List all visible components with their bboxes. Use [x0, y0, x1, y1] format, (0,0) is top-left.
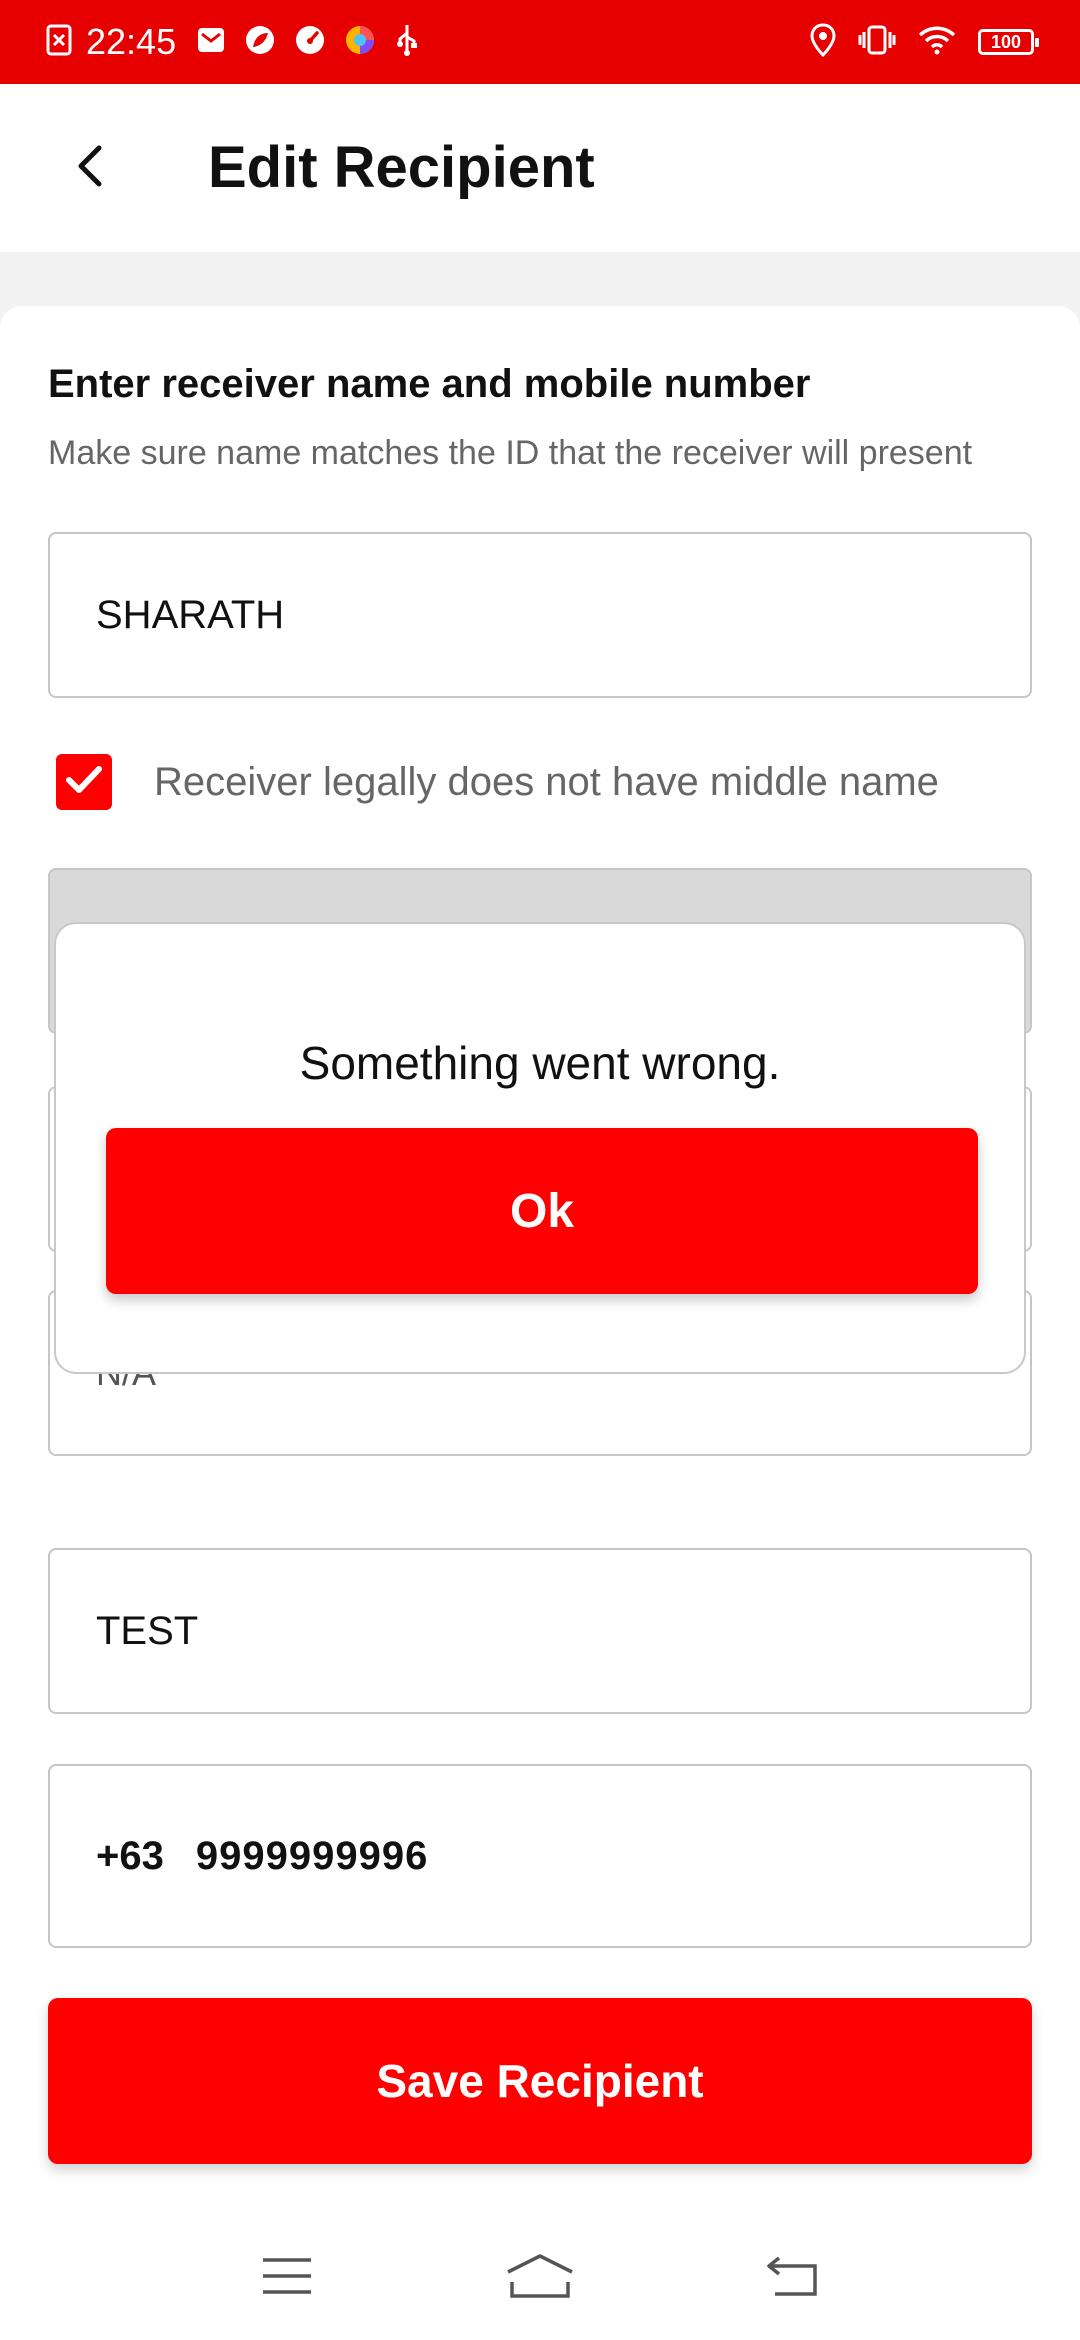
status-right: 100 — [810, 22, 1039, 62]
status-time: 22:45 — [86, 21, 177, 62]
speedometer-icon — [294, 24, 326, 61]
mobile-number-field[interactable]: +63 9999999996 — [48, 1764, 1032, 1948]
status-bar: 22:45 100 — [0, 0, 1080, 84]
chevron-left-icon — [75, 144, 105, 193]
mail-icon — [196, 25, 226, 60]
home-icon[interactable] — [495, 2231, 585, 2321]
save-recipient-button[interactable]: Save Recipient — [48, 1998, 1032, 2164]
mobile-number-value: 9999999996 — [195, 1833, 429, 1878]
ok-button[interactable]: Ok — [106, 1128, 978, 1294]
screenshot-icon — [46, 24, 72, 61]
last-name-field[interactable]: TEST — [48, 1548, 1032, 1714]
dialog-message: Something went wrong. — [299, 1037, 781, 1089]
section-subtitle: Make sure name matches the ID that the r… — [48, 434, 973, 472]
section-title: Enter receiver name and mobile number — [48, 362, 811, 406]
no-middle-name-checkbox[interactable] — [56, 754, 112, 810]
app-header: Edit Recipient — [0, 84, 1080, 252]
location-icon — [810, 22, 836, 62]
wifi-icon — [918, 25, 956, 60]
last-name-value: TEST — [96, 1608, 199, 1653]
no-middle-name-row[interactable]: Receiver legally does not have middle na… — [56, 754, 939, 810]
country-code[interactable]: +63 — [96, 1834, 164, 1879]
back-icon[interactable] — [748, 2231, 838, 2321]
leaf-icon — [244, 24, 276, 61]
menu-icon[interactable] — [242, 2231, 332, 2321]
first-name-value: SHARATH — [96, 592, 285, 637]
back-button[interactable] — [60, 138, 120, 198]
battery-icon: 100 — [978, 29, 1039, 55]
notification-icons — [196, 23, 420, 62]
browser-icon — [344, 24, 376, 61]
first-name-field[interactable]: SHARATH — [48, 532, 1032, 698]
error-dialog: Something went wrong. Ok — [54, 922, 1026, 1374]
usb-icon — [394, 23, 420, 62]
vibrate-icon — [858, 24, 896, 61]
system-nav-bar — [0, 2212, 1080, 2340]
status-left — [46, 24, 72, 61]
checkmark-icon — [64, 763, 104, 802]
page-title: Edit Recipient — [208, 135, 595, 200]
no-middle-name-label: Receiver legally does not have middle na… — [154, 759, 939, 804]
